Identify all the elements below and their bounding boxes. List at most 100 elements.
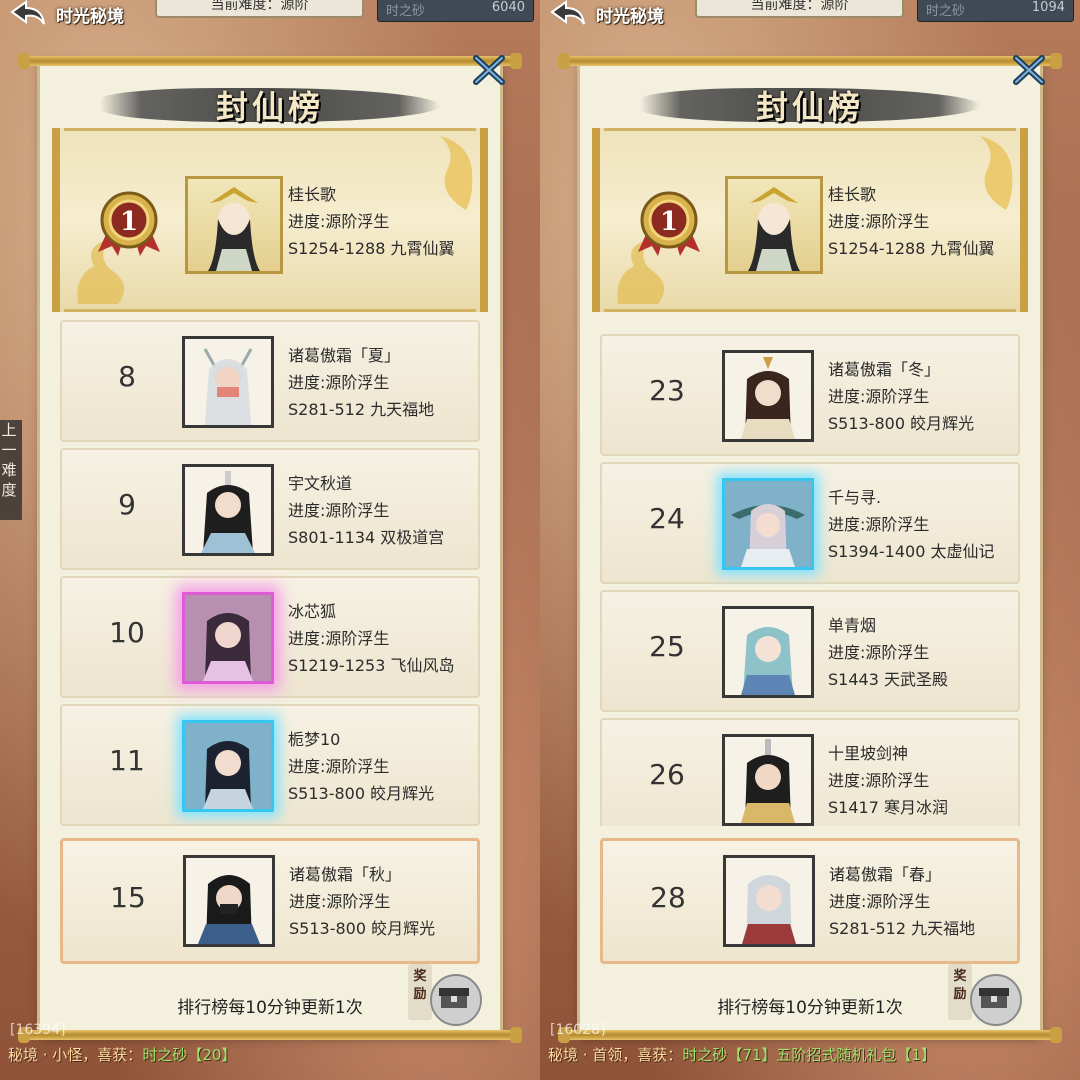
scroll-rod-top xyxy=(558,53,1062,69)
list-item[interactable]: 25 单青烟 进度:源阶浮生 S1443 天武圣殿 xyxy=(600,590,1020,712)
rank-medal-icon: 1 xyxy=(94,188,164,258)
player-progress: 进度:源阶浮生 xyxy=(829,892,931,911)
reward-label: 奖励 xyxy=(408,964,432,1020)
currency-display: 时之砂 1094 xyxy=(917,0,1074,22)
player-avatar[interactable] xyxy=(722,350,814,442)
player-name: 诸葛傲霜「夏」 xyxy=(288,346,401,365)
close-x-icon[interactable] xyxy=(470,52,508,88)
player-info: 栀梦10 进度:源阶浮生 S513-800 皎月辉光 xyxy=(288,726,434,807)
top1-info: 桂长歌 进度:源阶浮生 S1254-1288 九霄仙翼 xyxy=(288,181,454,262)
player-avatar[interactable] xyxy=(723,855,815,947)
player-avatar[interactable] xyxy=(722,606,814,698)
rank-number: 9 xyxy=(118,488,136,521)
chat-log-prev: [16394] xyxy=(10,1022,66,1038)
chat-log: 秘境 · 首领，喜获：时之砂【71】五阶招式随机礼包【1】 xyxy=(548,1044,936,1065)
currency-name: 时之砂 xyxy=(926,4,966,19)
player-server: S1394-1400 太虚仙记 xyxy=(828,542,995,561)
rank-number: 10 xyxy=(109,616,145,649)
player-info: 冰芯狐 进度:源阶浮生 S1219-1253 飞仙风岛 xyxy=(288,598,454,679)
list-item[interactable]: 8 诸葛傲霜「夏」 进度:源阶浮生 S281-512 九天福地 xyxy=(60,320,480,442)
player-name: 桂长歌 xyxy=(288,185,337,204)
player-server: S513-800 皎月辉光 xyxy=(289,919,436,938)
ranking-list[interactable]: 8 诸葛傲霜「夏」 进度:源阶浮生 S281-512 九天福地 9 宇文秋道 进… xyxy=(52,318,488,826)
difficulty-label: 当前难度：源阶 xyxy=(695,0,904,18)
reward-label: 奖励 xyxy=(948,964,972,1020)
reward-button[interactable]: 奖励 xyxy=(948,962,1022,1028)
player-server: S513-800 皎月辉光 xyxy=(828,414,975,433)
player-server: S1254-1288 九霄仙翼 xyxy=(288,239,455,258)
player-progress: 进度:源阶浮生 xyxy=(288,373,390,392)
player-avatar[interactable] xyxy=(182,592,274,684)
board-title: 封仙榜 xyxy=(755,88,864,126)
player-server: S1443 天武圣殿 xyxy=(828,670,948,689)
player-avatar[interactable] xyxy=(182,720,274,812)
currency-value: 6040 xyxy=(491,0,525,15)
rank-number: 15 xyxy=(110,881,146,914)
log-prefix: 秘境 · 小怪，喜获： xyxy=(8,1046,143,1064)
top1-avatar[interactable] xyxy=(185,176,283,274)
player-server: S281-512 九天福地 xyxy=(829,919,976,938)
rank-medal-icon: 1 xyxy=(634,188,704,258)
currency-value: 1094 xyxy=(1031,0,1065,15)
rank-number: 24 xyxy=(649,502,685,535)
player-server: S1254-1288 九霄仙翼 xyxy=(828,239,995,258)
ranking-list[interactable]: 23 诸葛傲霜「冬」 进度:源阶浮生 S513-800 皎月辉光 24 千与寻.… xyxy=(592,318,1028,826)
list-item[interactable]: 10 冰芯狐 进度:源阶浮生 S1219-1253 飞仙风岛 xyxy=(60,576,480,698)
player-progress: 进度:源阶浮生 xyxy=(289,892,391,911)
back-arrow-icon[interactable] xyxy=(548,0,588,28)
player-progress: 进度:源阶浮生 xyxy=(828,771,930,790)
player-server: S1417 寒月冰润 xyxy=(828,798,948,817)
player-progress: 进度:源阶浮生 xyxy=(828,212,930,231)
player-progress: 进度:源阶浮生 xyxy=(288,501,390,520)
player-name: 诸葛傲霜「秋」 xyxy=(289,865,402,884)
player-info: 诸葛傲霜「春」 进度:源阶浮生 S281-512 九天福地 xyxy=(829,861,975,942)
my-rank-row[interactable]: 28 诸葛傲霜「春」 进度:源阶浮生 S281-512 九天福地 xyxy=(600,838,1020,964)
top1-rank: 1 xyxy=(660,207,678,237)
my-rank-row[interactable]: 15 诸葛傲霜「秋」 进度:源阶浮生 S513-800 皎月辉光 xyxy=(60,838,480,964)
scroll-rod-top xyxy=(18,53,522,69)
player-progress: 进度:源阶浮生 xyxy=(288,629,390,648)
list-item[interactable]: 24 千与寻. 进度:源阶浮生 S1394-1400 太虚仙记 xyxy=(600,462,1020,584)
player-progress: 进度:源阶浮生 xyxy=(288,757,390,776)
top-title: 时光秘境 xyxy=(596,7,664,27)
top-title: 时光秘境 xyxy=(56,7,124,27)
player-avatar[interactable] xyxy=(182,464,274,556)
player-info: 千与寻. 进度:源阶浮生 S1394-1400 太虚仙记 xyxy=(828,484,994,565)
board-title-banner: 封仙榜 xyxy=(100,80,440,126)
list-item[interactable]: 11 栀梦10 进度:源阶浮生 S513-800 皎月辉光 xyxy=(60,704,480,826)
close-x-icon[interactable] xyxy=(1010,52,1048,88)
rank-number: 8 xyxy=(118,360,136,393)
scroll-rod-bottom xyxy=(558,1027,1062,1043)
side-tab-prev-difficulty[interactable]: 上一难度 xyxy=(0,420,22,520)
player-info: 诸葛傲霜「冬」 进度:源阶浮生 S513-800 皎月辉光 xyxy=(828,356,974,437)
player-avatar[interactable] xyxy=(182,336,274,428)
rank-number: 25 xyxy=(649,630,685,663)
top1-rank: 1 xyxy=(120,207,138,237)
top1-card[interactable]: 1 桂长歌 进度:源阶浮生 S1254-1288 九霄仙翼 xyxy=(592,128,1028,312)
player-info: 十里坡剑神 进度:源阶浮生 S1417 寒月冰润 xyxy=(828,740,948,821)
back-arrow-icon[interactable] xyxy=(8,0,48,28)
top1-card[interactable]: 1 桂长歌 进度:源阶浮生 S1254-1288 九霄仙翼 xyxy=(52,128,488,312)
reward-chest-icon xyxy=(430,974,482,1026)
list-item[interactable]: 9 宇文秋道 进度:源阶浮生 S801-1134 双极道宫 xyxy=(60,448,480,570)
top1-avatar[interactable] xyxy=(725,176,823,274)
list-item[interactable]: 23 诸葛傲霜「冬」 进度:源阶浮生 S513-800 皎月辉光 xyxy=(600,334,1020,456)
player-server: S1219-1253 飞仙风岛 xyxy=(288,656,455,675)
player-avatar[interactable] xyxy=(722,478,814,570)
top-bar: 时光秘境 当前难度：源阶 时之砂 6040 xyxy=(0,0,540,28)
scroll-rod-bottom xyxy=(18,1027,522,1043)
chat-log-prev: [16028] xyxy=(550,1022,606,1038)
player-name: 诸葛傲霜「冬」 xyxy=(828,360,941,379)
top-bar: 时光秘境 当前难度：源阶 时之砂 1094 xyxy=(540,0,1080,28)
currency-name: 时之砂 xyxy=(386,4,426,19)
player-name: 冰芯狐 xyxy=(288,602,337,621)
player-avatar[interactable] xyxy=(722,734,814,826)
player-info: 诸葛傲霜「夏」 进度:源阶浮生 S281-512 九天福地 xyxy=(288,342,434,423)
player-avatar[interactable] xyxy=(183,855,275,947)
player-name: 十里坡剑神 xyxy=(828,744,909,763)
board-title-banner: 封仙榜 xyxy=(640,80,980,126)
log-item: 时之砂【20】 xyxy=(142,1046,237,1064)
reward-button[interactable]: 奖励 xyxy=(408,962,482,1028)
screen-left: 时光秘境 当前难度：源阶 时之砂 6040 上一难度 封仙榜 1 桂长歌 进度:… xyxy=(0,0,540,1080)
list-item[interactable]: 26 十里坡剑神 进度:源阶浮生 S1417 寒月冰润 xyxy=(600,718,1020,826)
